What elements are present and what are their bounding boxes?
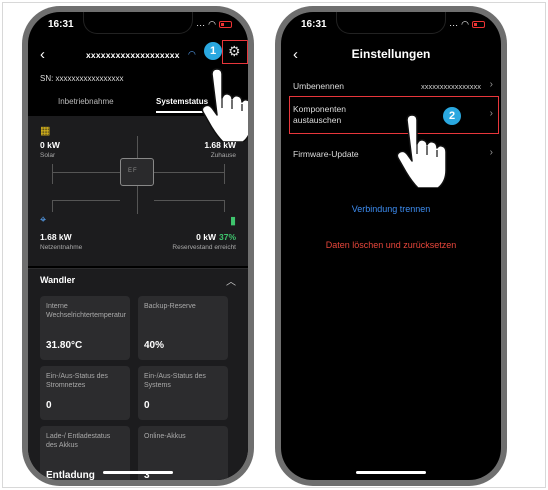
step-badge-1: 1 — [204, 42, 222, 60]
flow-line-home-h — [154, 172, 224, 173]
row-replace-components[interactable]: Komponenten austauschen › — [281, 100, 501, 132]
card-label: Ein-/Aus-Status des Systems — [144, 373, 206, 389]
row-rename[interactable]: Umbenennen xxxxxxxxxxxxxxxx › — [281, 78, 501, 94]
chevron-up-icon[interactable]: ︿ — [226, 273, 236, 288]
card-label: Online-Akkus — [144, 433, 186, 440]
tutorial-figure: 16:31 ··· ◠ ‹ xxxxxxxxxxxxxxxxxxx ◠ ⚙ 1 … — [0, 0, 548, 490]
flow-line-battery-h — [154, 200, 224, 201]
grid-value: 1.68 kW — [40, 232, 72, 242]
screen-system-status: 16:31 ··· ◠ ‹ xxxxxxxxxxxxxxxxxxx ◠ ⚙ 1 … — [28, 12, 248, 480]
flow-line-battery — [224, 200, 225, 212]
grid-label: Netzentnahme — [40, 244, 83, 251]
settings-highlight: ⚙ — [222, 40, 248, 64]
delete-reset-button[interactable]: Daten löschen und zurücksetzen — [281, 240, 501, 250]
card-backup-reserve: Backup-Reserve 40% — [138, 296, 228, 360]
card-value: 40% — [144, 340, 165, 351]
tab-inbetriebnahme[interactable]: Inbetriebnahme — [58, 97, 114, 106]
solar-value: 0 kW — [40, 140, 60, 150]
solar-panel-icon: ▦ — [40, 125, 51, 137]
device-title: xxxxxxxxxxxxxxxxxxx — [86, 50, 180, 60]
battery-status-icon — [472, 21, 485, 28]
header: ‹ Einstellungen — [281, 46, 501, 66]
battery-label: Reservestand erreicht — [172, 244, 236, 251]
signal-icon: ··· — [196, 19, 206, 30]
pointing-hand-icon — [396, 114, 447, 188]
card-value: 0 — [46, 400, 52, 411]
card-system-status: Ein-/Aus-Status des Systems 0 — [138, 366, 228, 420]
inverter-cards: Interne Wechselrichtertemperatur 31.80°C… — [28, 290, 248, 480]
card-value: Entladung — [46, 470, 95, 480]
card-value: 31.80°C — [46, 340, 83, 351]
serial-number: SN: xxxxxxxxxxxxxxxxx — [40, 74, 124, 83]
row-firmware-update[interactable]: Firmware-Update › — [281, 146, 501, 162]
notch — [83, 12, 193, 34]
status-time: 16:31 — [48, 19, 74, 30]
row-label-line1: Komponenten — [293, 104, 346, 114]
card-inverter-temp: Interne Wechselrichtertemperatur 31.80°C — [40, 296, 130, 360]
section-title: Wandler — [40, 275, 76, 285]
pointing-hand-icon — [201, 68, 248, 142]
flow-line-solar — [52, 164, 53, 184]
battery-percent: 37% — [218, 232, 236, 242]
wifi-status-icon: ◠ — [461, 19, 469, 29]
card-label: Ein-/Aus-Status des Stromnetzes — [46, 373, 108, 389]
card-label: Backup-Reserve — [144, 303, 196, 310]
card-value: 0 — [144, 400, 150, 411]
back-icon[interactable]: ‹ — [40, 46, 45, 63]
flow-line-grid-h — [52, 200, 120, 201]
notch — [336, 12, 446, 34]
header: ‹ xxxxxxxxxxxxxxxxxxx ◠ ⚙ 1 — [28, 40, 248, 66]
flow-line-bottom — [137, 186, 138, 214]
wifi-connection-icon: ◠ — [188, 49, 196, 59]
row-value: xxxxxxxxxxxxxxxx — [421, 82, 481, 91]
home-indicator — [103, 471, 173, 474]
row-label: Umbenennen — [293, 81, 345, 91]
home-label: Zuhause — [210, 152, 236, 159]
disconnect-button[interactable]: Verbindung trennen — [281, 204, 501, 214]
phone-left: 16:31 ··· ◠ ‹ xxxxxxxxxxxxxxxxxxx ◠ ⚙ 1 … — [22, 6, 254, 486]
signal-icon: ··· — [449, 19, 459, 30]
status-time: 16:31 — [301, 19, 327, 30]
flow-line-top — [137, 136, 138, 158]
battery-status-icon — [219, 21, 232, 28]
solar-label: Solar — [40, 152, 56, 159]
home-indicator — [356, 471, 426, 474]
page-title: Einstellungen — [351, 47, 431, 61]
screen-settings: 16:31 ··· ◠ ‹ Einstellungen Umbenennen x… — [281, 12, 501, 480]
flow-line-home — [224, 164, 225, 184]
status-icons: ··· ◠ — [449, 19, 485, 30]
card-label: Lade-/ Entladestatus des Akkus — [46, 433, 111, 449]
card-label: Interne Wechselrichtertemperatur — [46, 303, 127, 319]
chevron-right-icon: › — [489, 108, 493, 119]
flow-line-grid — [52, 200, 53, 212]
inverter-label: EF — [128, 168, 138, 174]
gear-icon[interactable]: ⚙ — [228, 43, 241, 60]
grid-tower-icon: ⌖ — [40, 214, 47, 226]
card-grid-status: Ein-/Aus-Status des Stromnetzes 0 — [40, 366, 130, 420]
chevron-right-icon: › — [489, 79, 493, 90]
phone-right: 16:31 ··· ◠ ‹ Einstellungen Umbenennen x… — [275, 6, 507, 486]
status-icons: ··· ◠ — [196, 19, 232, 30]
row-label-line2: austauschen — [293, 115, 342, 125]
battery-value: 0 kW — [196, 232, 216, 242]
inverter-box: EF — [120, 158, 154, 186]
flow-line-solar-h — [52, 172, 120, 173]
chevron-right-icon: › — [489, 147, 493, 158]
battery-icon: ▮ — [229, 215, 236, 227]
row-label: Firmware-Update — [293, 149, 359, 159]
section-header-wandler[interactable]: Wandler ︿ — [28, 268, 248, 290]
wifi-status-icon: ◠ — [208, 19, 216, 29]
